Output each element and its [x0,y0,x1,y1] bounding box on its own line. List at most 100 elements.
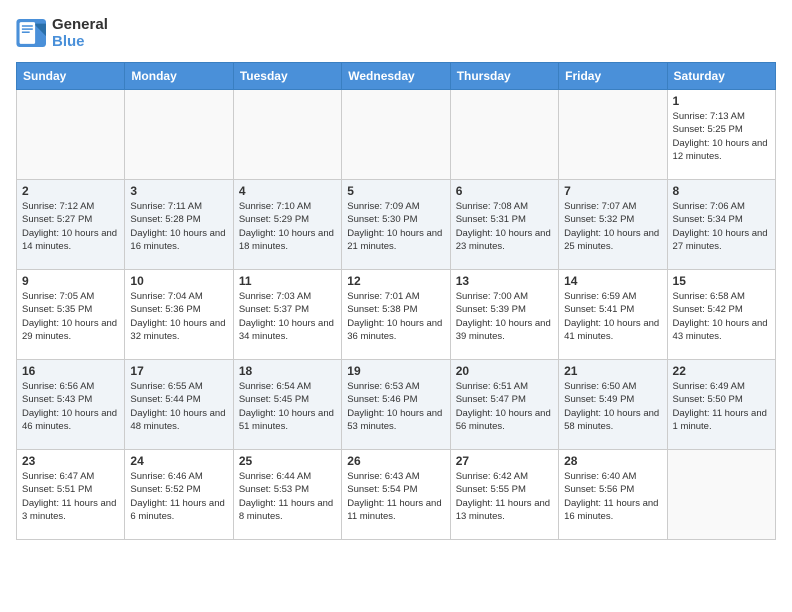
calendar-cell: 11 Sunrise: 7:03 AM Sunset: 5:37 PM Dayli… [233,270,341,360]
day-header-monday: Monday [125,63,233,90]
day-info: Sunrise: 6:49 AM Sunset: 5:50 PM Dayligh… [673,380,770,433]
logo: General Blue [16,16,108,50]
day-info: Sunrise: 7:10 AM Sunset: 5:29 PM Dayligh… [239,200,336,253]
day-number: 17 [130,364,227,378]
day-info: Sunrise: 7:11 AM Sunset: 5:28 PM Dayligh… [130,200,227,253]
calendar-week-row: 2 Sunrise: 7:12 AM Sunset: 5:27 PM Daylig… [17,180,776,270]
calendar-header-row: SundayMondayTuesdayWednesdayThursdayFrid… [17,63,776,90]
day-header-friday: Friday [559,63,667,90]
day-info: Sunrise: 7:12 AM Sunset: 5:27 PM Dayligh… [22,200,119,253]
calendar-cell: 10 Sunrise: 7:04 AM Sunset: 5:36 PM Dayli… [125,270,233,360]
calendar-cell [233,90,341,180]
calendar-cell: 13 Sunrise: 7:00 AM Sunset: 5:39 PM Dayli… [450,270,558,360]
day-info: Sunrise: 6:44 AM Sunset: 5:53 PM Dayligh… [239,470,336,523]
day-info: Sunrise: 7:07 AM Sunset: 5:32 PM Dayligh… [564,200,661,253]
day-info: Sunrise: 6:47 AM Sunset: 5:51 PM Dayligh… [22,470,119,523]
day-info: Sunrise: 7:08 AM Sunset: 5:31 PM Dayligh… [456,200,553,253]
day-info: Sunrise: 6:50 AM Sunset: 5:49 PM Dayligh… [564,380,661,433]
day-number: 9 [22,274,119,288]
day-info: Sunrise: 7:09 AM Sunset: 5:30 PM Dayligh… [347,200,444,253]
calendar-cell: 27 Sunrise: 6:42 AM Sunset: 5:55 PM Dayli… [450,450,558,540]
calendar-cell: 26 Sunrise: 6:43 AM Sunset: 5:54 PM Dayli… [342,450,450,540]
calendar-cell: 23Sunrise: 6:47 AM Sunset: 5:51 PM Dayli… [17,450,125,540]
day-number: 3 [130,184,227,198]
day-info: Sunrise: 6:46 AM Sunset: 5:52 PM Dayligh… [130,470,227,523]
calendar-cell: 25 Sunrise: 6:44 AM Sunset: 5:53 PM Dayli… [233,450,341,540]
calendar-cell: 19Sunrise: 6:53 AM Sunset: 5:46 PM Dayli… [342,360,450,450]
day-info: Sunrise: 7:00 AM Sunset: 5:39 PM Dayligh… [456,290,553,343]
day-info: Sunrise: 6:54 AM Sunset: 5:45 PM Dayligh… [239,380,336,433]
calendar-cell: 6 Sunrise: 7:08 AM Sunset: 5:31 PM Daylig… [450,180,558,270]
day-number: 7 [564,184,661,198]
day-number: 14 [564,274,661,288]
calendar-cell: 3 Sunrise: 7:11 AM Sunset: 5:28 PM Daylig… [125,180,233,270]
day-info: Sunrise: 6:58 AM Sunset: 5:42 PM Dayligh… [673,290,770,343]
day-number: 15 [673,274,770,288]
day-info: Sunrise: 6:40 AM Sunset: 5:56 PM Dayligh… [564,470,661,523]
calendar-cell [125,90,233,180]
calendar-cell: 8 Sunrise: 7:06 AM Sunset: 5:34 PM Daylig… [667,180,775,270]
calendar-cell [342,90,450,180]
day-number: 2 [22,184,119,198]
day-number: 26 [347,454,444,468]
day-header-thursday: Thursday [450,63,558,90]
day-number: 10 [130,274,227,288]
calendar-cell: 24Sunrise: 6:46 AM Sunset: 5:52 PM Dayli… [125,450,233,540]
calendar-cell [559,90,667,180]
calendar-cell: 16 Sunrise: 6:56 AM Sunset: 5:43 PM Dayli… [17,360,125,450]
day-header-sunday: Sunday [17,63,125,90]
day-info: Sunrise: 7:06 AM Sunset: 5:34 PM Dayligh… [673,200,770,253]
day-number: 8 [673,184,770,198]
calendar-week-row: 23Sunrise: 6:47 AM Sunset: 5:51 PM Dayli… [17,450,776,540]
calendar-cell: 2 Sunrise: 7:12 AM Sunset: 5:27 PM Daylig… [17,180,125,270]
calendar-cell: 12 Sunrise: 7:01 AM Sunset: 5:38 PM Dayli… [342,270,450,360]
day-info: Sunrise: 6:42 AM Sunset: 5:55 PM Dayligh… [456,470,553,523]
day-number: 25 [239,454,336,468]
day-number: 28 [564,454,661,468]
day-info: Sunrise: 6:43 AM Sunset: 5:54 PM Dayligh… [347,470,444,523]
calendar-cell: 18 Sunrise: 6:54 AM Sunset: 5:45 PM Dayli… [233,360,341,450]
page-header: General Blue [16,16,776,50]
calendar-cell: 15 Sunrise: 6:58 AM Sunset: 5:42 PM Dayli… [667,270,775,360]
day-number: 12 [347,274,444,288]
calendar-cell: 21 Sunrise: 6:50 AM Sunset: 5:49 PM Dayli… [559,360,667,450]
day-info: Sunrise: 7:01 AM Sunset: 5:38 PM Dayligh… [347,290,444,343]
calendar-cell [17,90,125,180]
calendar-cell: 20 Sunrise: 6:51 AM Sunset: 5:47 PM Dayli… [450,360,558,450]
day-number: 18 [239,364,336,378]
day-info: Sunrise: 6:56 AM Sunset: 5:43 PM Dayligh… [22,380,119,433]
calendar-cell [667,450,775,540]
day-info: Sunrise: 7:03 AM Sunset: 5:37 PM Dayligh… [239,290,336,343]
day-info: Sunrise: 6:53 AM Sunset: 5:46 PM Dayligh… [347,380,444,433]
calendar-cell: 9 Sunrise: 7:05 AM Sunset: 5:35 PM Daylig… [17,270,125,360]
day-info: Sunrise: 7:05 AM Sunset: 5:35 PM Dayligh… [22,290,119,343]
logo-icon [16,19,48,47]
day-header-tuesday: Tuesday [233,63,341,90]
day-info: Sunrise: 6:59 AM Sunset: 5:41 PM Dayligh… [564,290,661,343]
day-header-saturday: Saturday [667,63,775,90]
day-number: 16 [22,364,119,378]
calendar-cell: 14 Sunrise: 6:59 AM Sunset: 5:41 PM Dayli… [559,270,667,360]
day-header-wednesday: Wednesday [342,63,450,90]
day-number: 13 [456,274,553,288]
day-number: 11 [239,274,336,288]
calendar-cell: 28 Sunrise: 6:40 AM Sunset: 5:56 PM Dayli… [559,450,667,540]
calendar-cell: 22 Sunrise: 6:49 AM Sunset: 5:50 PM Dayli… [667,360,775,450]
calendar-week-row: 16 Sunrise: 6:56 AM Sunset: 5:43 PM Dayli… [17,360,776,450]
day-number: 1 [673,94,770,108]
day-number: 27 [456,454,553,468]
day-info: Sunrise: 6:51 AM Sunset: 5:47 PM Dayligh… [456,380,553,433]
day-number: 6 [456,184,553,198]
calendar-cell: 5Sunrise: 7:09 AM Sunset: 5:30 PM Daylig… [342,180,450,270]
logo-text: General Blue [52,16,108,50]
day-number: 22 [673,364,770,378]
day-info: Sunrise: 7:13 AM Sunset: 5:25 PM Dayligh… [673,110,770,163]
day-info: Sunrise: 7:04 AM Sunset: 5:36 PM Dayligh… [130,290,227,343]
calendar-table: SundayMondayTuesdayWednesdayThursdayFrid… [16,62,776,540]
day-info: Sunrise: 6:55 AM Sunset: 5:44 PM Dayligh… [130,380,227,433]
calendar-cell: 7 Sunrise: 7:07 AM Sunset: 5:32 PM Daylig… [559,180,667,270]
calendar-week-row: 1 Sunrise: 7:13 AM Sunset: 5:25 PM Daylig… [17,90,776,180]
day-number: 20 [456,364,553,378]
day-number: 21 [564,364,661,378]
day-number: 4 [239,184,336,198]
